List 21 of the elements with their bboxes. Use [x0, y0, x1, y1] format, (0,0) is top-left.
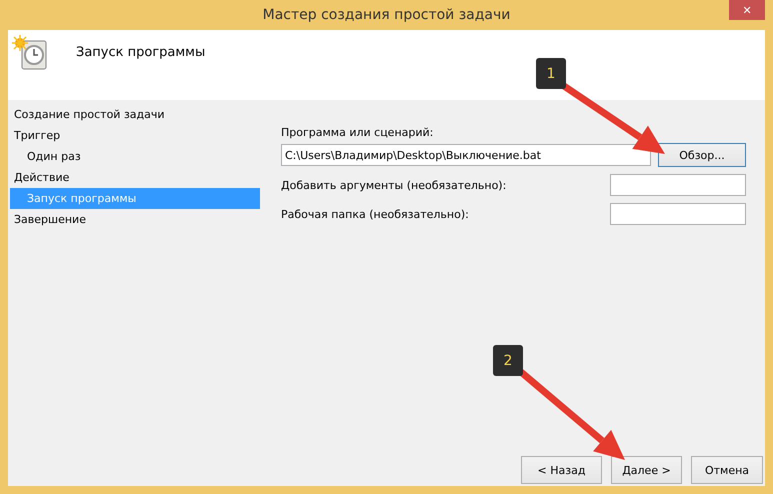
step-item: Один раз	[26, 149, 82, 165]
back-button[interactable]: < Назад	[521, 456, 602, 484]
step-item: Триггер	[13, 128, 62, 144]
cancel-button[interactable]: Отмена	[691, 456, 763, 484]
step-callout: 2	[493, 345, 523, 376]
step-item: Создание простой задачи	[13, 107, 166, 123]
browse-button[interactable]: Обзор...	[658, 143, 746, 167]
step-item: Действие	[13, 170, 70, 186]
next-button[interactable]: Далее >	[611, 456, 682, 484]
field-label: Добавить аргументы (необязательно):	[281, 178, 506, 192]
close-button[interactable]: ✕	[729, 0, 765, 20]
step-callout: 1	[536, 58, 566, 89]
step-item: Завершение	[13, 212, 87, 228]
program-field[interactable]: C:\Users\Владимир\Desktop\Выключение.bat	[281, 144, 651, 166]
field-label: Программа или сценарий:	[281, 126, 434, 139]
page-title: Запуск программы	[76, 45, 206, 60]
input-field[interactable]	[610, 203, 746, 225]
input-field[interactable]	[610, 174, 746, 196]
window-title: Мастер создания простой задачи	[262, 7, 510, 23]
field-label: Рабочая папка (необязательно):	[281, 208, 469, 220]
step-item: Запуск программы	[10, 188, 260, 209]
